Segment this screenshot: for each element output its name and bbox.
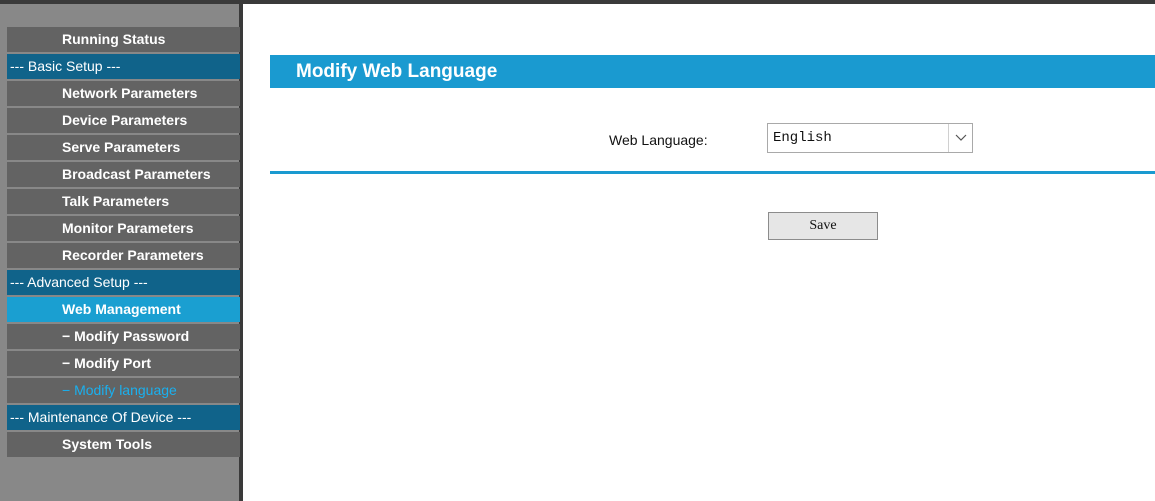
page-title: Modify Web Language [296,61,498,82]
sidebar-section-basic-setup[interactable]: --- Basic Setup --- [7,54,240,79]
main-content: Modify Web Language Web Language: Englis… [247,4,1155,501]
sidebar-subitem-modify-language[interactable]: − Modify language [7,378,240,403]
sidebar-item-serve-parameters[interactable]: Serve Parameters [7,135,240,160]
sidebar-subitem-modify-password[interactable]: − Modify Password [7,324,240,349]
sidebar-item-recorder-parameters[interactable]: Recorder Parameters [7,243,240,268]
sidebar-subitem-modify-port[interactable]: − Modify Port [7,351,240,376]
sidebar-item-running-status[interactable]: Running Status [7,27,240,52]
sidebar-item-device-parameters[interactable]: Device Parameters [7,108,240,133]
sidebar-item-talk-parameters[interactable]: Talk Parameters [7,189,240,214]
sidebar-item-system-tools[interactable]: System Tools [7,432,240,457]
sidebar-section-advanced-setup[interactable]: --- Advanced Setup --- [7,270,240,295]
save-button[interactable]: Save [768,212,878,240]
web-language-selected-value: English [773,130,832,146]
page-title-bar: Modify Web Language [270,55,1155,88]
chevron-down-icon[interactable] [948,124,972,152]
sidebar-item-broadcast-parameters[interactable]: Broadcast Parameters [7,162,240,187]
sidebar-menu: Running Status --- Basic Setup --- Netwo… [0,27,240,457]
sidebar-item-monitor-parameters[interactable]: Monitor Parameters [7,216,240,241]
section-divider [270,171,1155,174]
web-language-label: Web Language: [609,132,708,148]
sidebar-item-network-parameters[interactable]: Network Parameters [7,81,240,106]
sidebar-section-maintenance[interactable]: --- Maintenance Of Device --- [7,405,240,430]
sidebar-item-web-management[interactable]: Web Management [7,297,240,322]
sidebar: Running Status --- Basic Setup --- Netwo… [0,4,243,501]
web-language-select[interactable]: English [767,123,973,153]
